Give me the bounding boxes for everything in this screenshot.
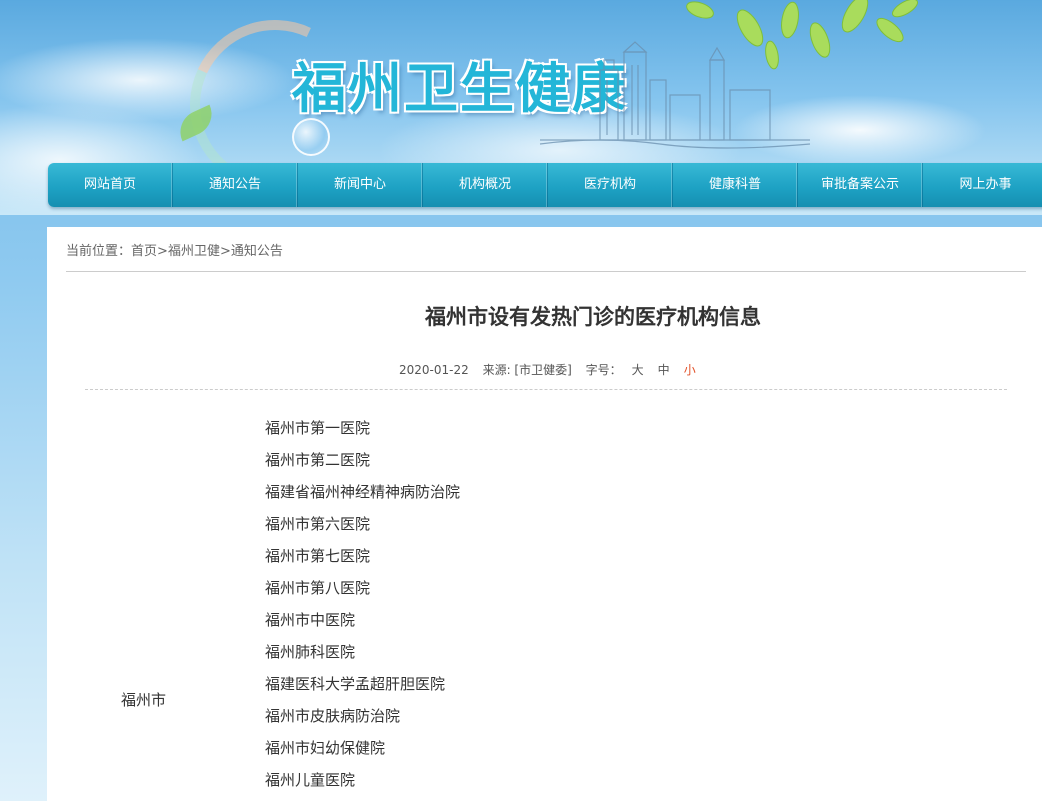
font-size-label: 字号： [585, 363, 622, 377]
hospital-item: 福州市第一医院 [265, 419, 371, 437]
nav-medical-institutions[interactable]: 医疗机构 [548, 163, 673, 207]
hospital-item: 福州市第二医院 [265, 451, 371, 469]
breadcrumb-home-link[interactable]: 首页 [131, 244, 157, 259]
breadcrumb-current-link[interactable]: 通知公告 [231, 244, 283, 259]
breadcrumb: 当前位置：首页>福州卫健>通知公告 [66, 240, 283, 259]
main-navigation: 网站首页 通知公告 新闻中心 机构概况 医疗机构 健康科普 审批备案公示 网上办… [48, 163, 1042, 207]
breadcrumb-separator: > [157, 244, 168, 259]
article-source: 来源: [市卫健委] [482, 363, 572, 377]
bubble-decoration [292, 118, 330, 156]
hospital-item: 福州肺科医院 [265, 643, 356, 661]
content-panel: 当前位置：首页>福州卫健>通知公告 福州市设有发热门诊的医疗机构信息 2020-… [47, 227, 1042, 801]
font-size-medium-button[interactable]: 中 [658, 363, 670, 377]
leaves-decoration [686, 0, 918, 70]
hospital-item: 福州市第六医院 [265, 515, 371, 533]
breadcrumb-prefix: 当前位置： [66, 244, 132, 259]
hospital-item: 福州市第八医院 [265, 579, 371, 597]
hospital-item: 福州市皮肤病防治院 [265, 707, 401, 725]
article-meta: 2020-01-22 来源: [市卫健委] 字号： 大中小 [399, 361, 710, 378]
article-title: 福州市设有发热门诊的医疗机构信息 [425, 305, 761, 329]
nav-overview[interactable]: 机构概况 [423, 163, 548, 207]
city-cell: 福州市 [121, 691, 167, 709]
hospital-item: 福州市妇幼保健院 [265, 739, 386, 757]
meta-divider [85, 389, 1007, 390]
font-size-small-button[interactable]: 小 [684, 363, 696, 377]
font-size-large-button[interactable]: 大 [632, 363, 644, 377]
nav-home[interactable]: 网站首页 [48, 163, 173, 207]
nav-notices[interactable]: 通知公告 [173, 163, 298, 207]
hospital-item: 福建省福州神经精神病防治院 [265, 483, 461, 501]
nav-news[interactable]: 新闻中心 [298, 163, 423, 207]
publish-date: 2020-01-22 [399, 363, 469, 377]
hospital-item: 福州市第七医院 [265, 547, 371, 565]
hospital-list: 福州市第一医院 福州市第二医院 福建省福州神经精神病防治院 福州市第六医院 福州… [265, 414, 460, 798]
breadcrumb-separator: > [219, 244, 231, 259]
breadcrumb-section-link[interactable]: 福州卫健 [168, 244, 220, 259]
hospital-item: 福州市中医院 [265, 611, 356, 629]
hospital-item: 福建医科大学孟超肝胆医院 [265, 675, 446, 693]
nav-online-services[interactable]: 网上办事 [923, 163, 1042, 207]
nav-health-education[interactable]: 健康科普 [673, 163, 798, 207]
breadcrumb-divider [66, 271, 1026, 272]
hospital-item: 福州儿童医院 [265, 771, 356, 789]
nav-approval-filing[interactable]: 审批备案公示 [798, 163, 923, 207]
